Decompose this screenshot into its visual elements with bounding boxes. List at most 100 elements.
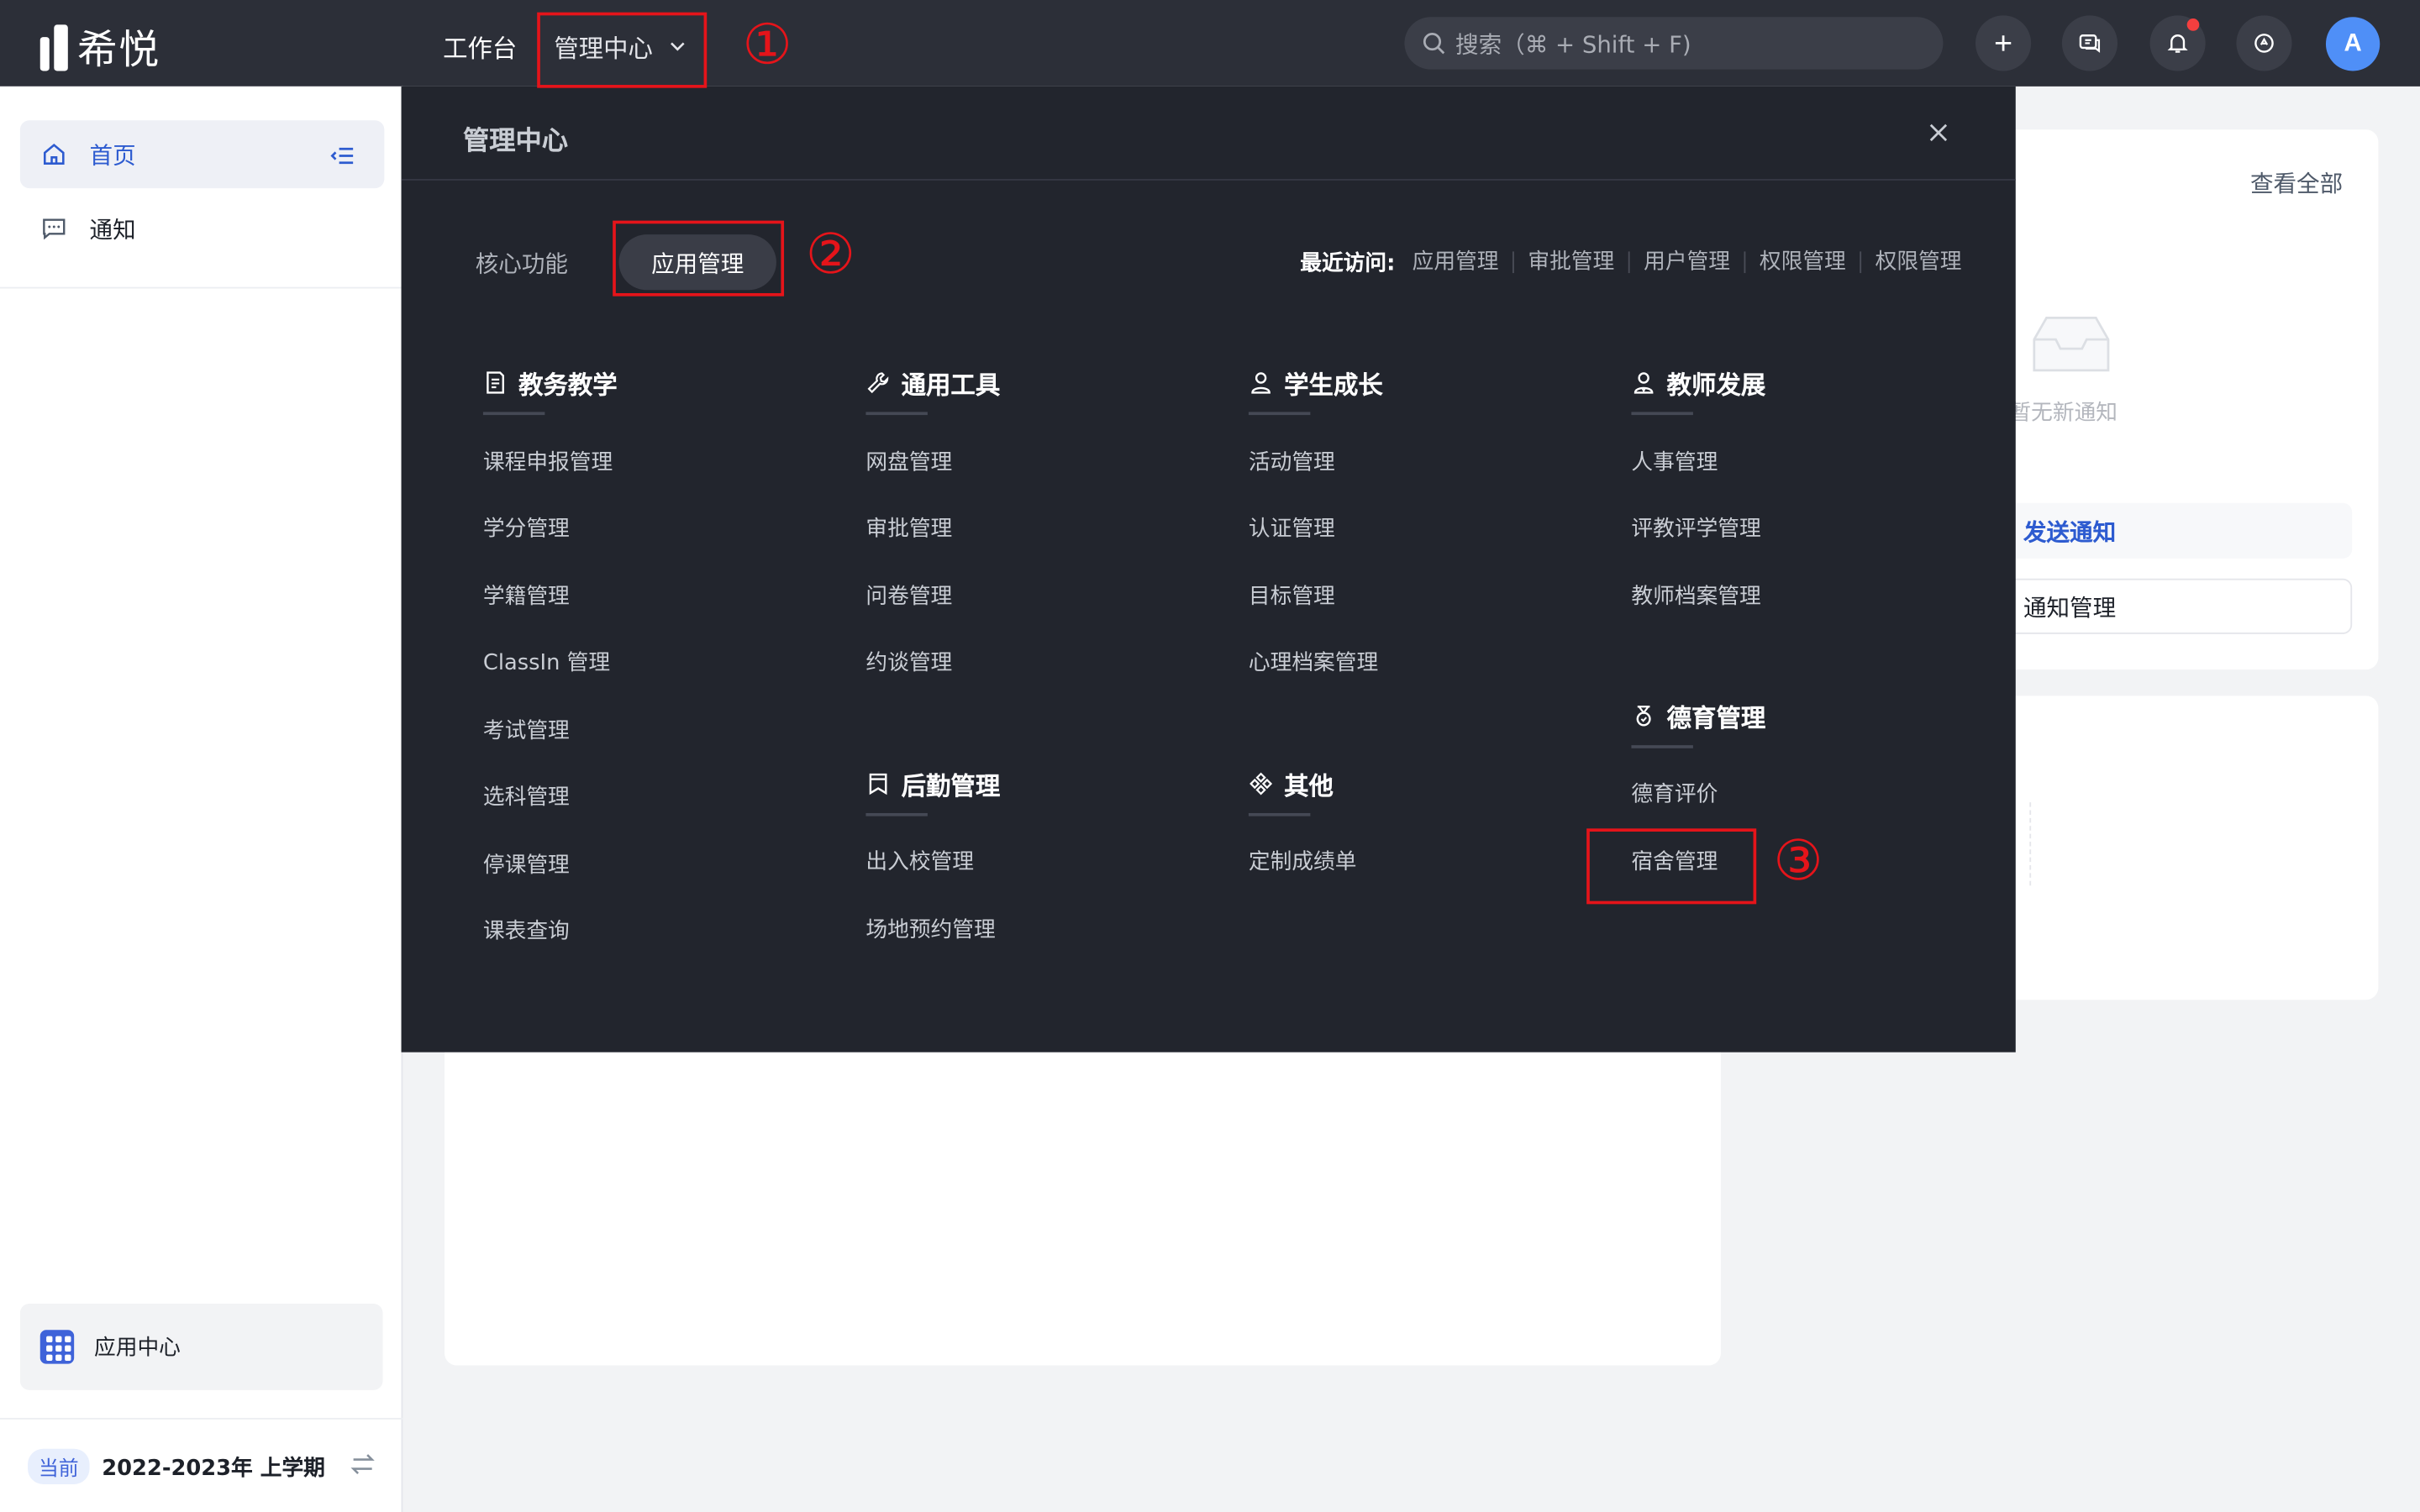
category-title: 通用工具	[901, 370, 1001, 400]
menu-item[interactable]: 审批管理	[865, 512, 952, 543]
teacher-icon	[1634, 372, 1654, 394]
category-logistics: 后勤管理	[865, 765, 1000, 802]
recent-link[interactable]: 用户管理	[1630, 251, 1746, 274]
recent-visits: 最近访问: 应用管理 审批管理 用户管理 权限管理 权限管理	[1300, 247, 1961, 278]
annotation-number-1: ①	[742, 13, 792, 77]
annotation-box-1	[537, 12, 708, 88]
switch-circle-icon	[2254, 34, 2274, 53]
app-logo[interactable]: 希悦	[39, 18, 160, 76]
top-bar: 希悦 工作台 管理中心 搜索（⌘ + Shift + F) A	[0, 0, 2420, 87]
annotation-number-3: ③	[1773, 830, 1823, 894]
side-card	[1978, 696, 2379, 1000]
user-avatar[interactable]: A	[2325, 17, 2381, 71]
category-tools: 通用工具	[865, 364, 1000, 401]
menu-item[interactable]: 考试管理	[483, 714, 570, 745]
category-underline	[1631, 745, 1693, 748]
menu-item[interactable]: 课程申报管理	[483, 446, 613, 477]
category-underline	[1631, 412, 1693, 416]
category-underline	[1248, 812, 1311, 816]
sidebar-divider	[0, 1417, 403, 1420]
menu-item[interactable]: 心理档案管理	[1249, 647, 1378, 678]
category-title: 教师发展	[1666, 370, 1766, 400]
tab-core-functions[interactable]: 核心功能	[476, 234, 568, 290]
category-underline	[865, 412, 928, 416]
menu-item[interactable]: 场地预约管理	[865, 913, 995, 944]
menu-item[interactable]: 目标管理	[1249, 580, 1335, 612]
category-student-growth: 学生成长	[1249, 364, 1383, 401]
sidebar-divider	[0, 286, 403, 289]
empty-inbox-icon	[2033, 316, 2110, 372]
menu-item[interactable]: 学籍管理	[483, 580, 570, 612]
menu-item[interactable]: 教师档案管理	[1631, 580, 1760, 612]
user-icon	[1251, 372, 1270, 394]
term-label: 2022-2023年 上学期	[102, 1455, 325, 1481]
category-underline	[1248, 412, 1311, 416]
collapse-sidebar-icon[interactable]	[329, 142, 356, 170]
recent-link[interactable]: 权限管理	[1745, 251, 1862, 274]
menu-item[interactable]: 人事管理	[1631, 446, 1718, 477]
document-icon	[487, 371, 504, 394]
message-icon	[43, 218, 66, 240]
sidebar-item-home[interactable]: 首页	[19, 120, 385, 189]
notifications-button[interactable]	[2149, 15, 2206, 71]
menu-item[interactable]: 网盘管理	[865, 446, 952, 477]
menu-item[interactable]: 活动管理	[1249, 446, 1335, 477]
sidebar-item-label: 首页	[89, 141, 136, 170]
menu-item[interactable]: 选科管理	[483, 780, 570, 811]
nav-workbench[interactable]: 工作台	[443, 28, 517, 65]
category-title: 后勤管理	[901, 771, 1001, 801]
category-title: 德育管理	[1666, 703, 1766, 733]
category-title: 其他	[1284, 771, 1334, 801]
search-icon	[1423, 33, 1445, 55]
panel-title: 管理中心	[463, 126, 568, 158]
menu-item[interactable]: 定制成绩单	[1249, 846, 1357, 877]
plus-icon	[1995, 35, 2012, 51]
create-button[interactable]	[1975, 15, 2032, 71]
menu-item[interactable]: ClassIn 管理	[483, 647, 610, 678]
menu-item[interactable]: 停课管理	[483, 848, 570, 879]
sidebar: 首页 通知 应用中心 当前 2022-2023年 上学期	[0, 86, 403, 1512]
category-underline	[482, 412, 545, 416]
view-all-link[interactable]: 查看全部	[2250, 166, 2343, 199]
chat-icon	[2079, 34, 2101, 53]
switch-role-button[interactable]	[2236, 15, 2292, 71]
apps-grid-icon	[39, 1330, 75, 1364]
sidebar-item-label: 通知	[89, 215, 136, 244]
menu-item[interactable]: 出入校管理	[865, 846, 974, 877]
menu-item[interactable]: 认证管理	[1249, 512, 1335, 543]
home-icon	[43, 143, 65, 165]
swap-icon[interactable]	[349, 1451, 376, 1478]
annotation-box-3	[1586, 828, 1757, 905]
category-moral-education: 德育管理	[1631, 697, 1765, 734]
app-center-label: 应用中心	[94, 1336, 181, 1362]
close-icon[interactable]	[1926, 120, 1950, 144]
logo-mark-icon	[39, 24, 68, 71]
global-search-input[interactable]: 搜索（⌘ + Shift + F)	[1404, 17, 1944, 70]
unread-dot	[2186, 18, 2200, 31]
app-center-button[interactable]: 应用中心	[19, 1304, 383, 1390]
category-title: 学生成长	[1284, 370, 1383, 400]
panel-divider	[401, 179, 2016, 181]
send-notice-button[interactable]: 发送通知	[1991, 502, 2353, 559]
menu-item[interactable]: 课表查询	[483, 915, 570, 946]
category-underline	[865, 812, 928, 816]
menu-item[interactable]: 学分管理	[483, 512, 570, 543]
menu-item[interactable]: 问卷管理	[865, 580, 952, 612]
menu-item[interactable]: 评教评学管理	[1631, 512, 1760, 543]
menu-item[interactable]: 德育评价	[1631, 778, 1718, 809]
term-selector: 当前 2022-2023年 上学期	[28, 1448, 325, 1484]
sidebar-item-notice[interactable]: 通知	[20, 194, 384, 262]
annotation-number-2: ②	[805, 223, 856, 287]
messages-button[interactable]	[2061, 15, 2118, 71]
notice-manage-button[interactable]: 通知管理	[1991, 578, 2353, 634]
menu-item[interactable]: 约谈管理	[865, 647, 952, 678]
category-other: 其他	[1249, 765, 1334, 802]
diamond-grid-icon	[1249, 772, 1273, 795]
recent-link[interactable]: 审批管理	[1514, 251, 1630, 274]
recent-link[interactable]: 权限管理	[1861, 251, 1962, 273]
search-placeholder: 搜索（⌘ + Shift + F)	[1455, 29, 1691, 58]
current-term-badge: 当前	[28, 1448, 90, 1484]
recent-link[interactable]: 应用管理	[1398, 251, 1514, 274]
bookmark-icon	[869, 773, 887, 795]
category-title: 教务教学	[518, 370, 618, 400]
